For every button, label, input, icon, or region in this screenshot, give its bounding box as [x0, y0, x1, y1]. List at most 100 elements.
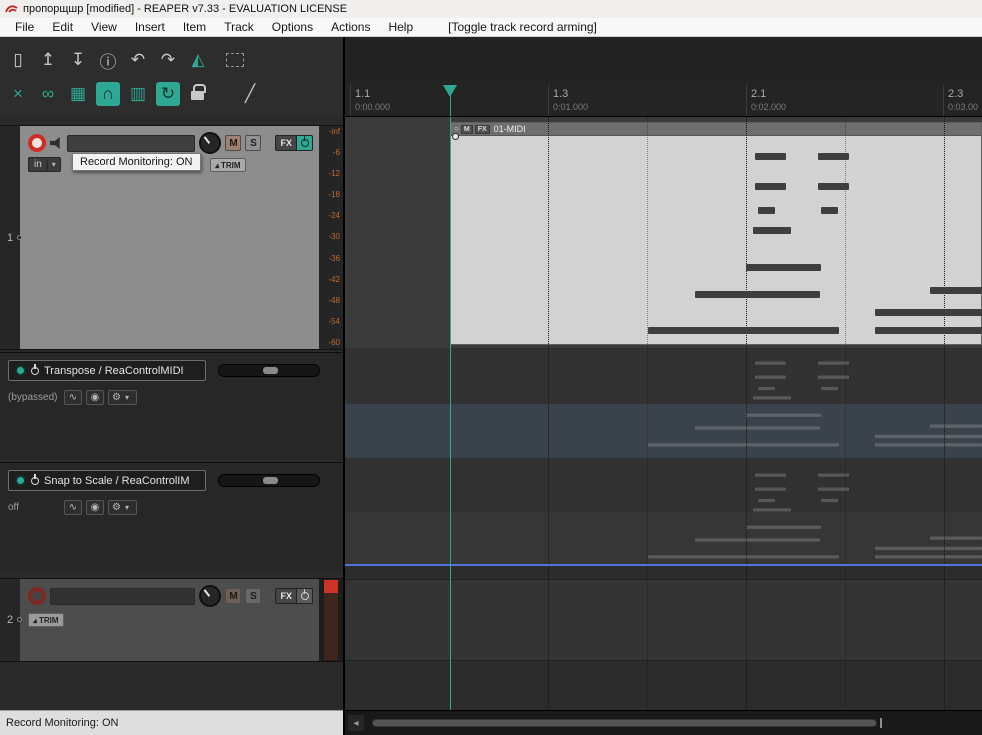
- playhead-marker[interactable]: [443, 85, 457, 97]
- loop-toggle-icon[interactable]: ↻: [156, 82, 180, 106]
- lock-icon[interactable]: [186, 82, 210, 106]
- track1-mute-button[interactable]: M: [225, 135, 241, 151]
- menu-item-insert[interactable]: Insert: [126, 20, 174, 34]
- snap-toggle-icon[interactable]: ∩: [96, 82, 120, 106]
- envelope-settings-button[interactable]: ⚙: [108, 500, 137, 515]
- main-toolbar: ▯↥↧ⓘ↶↷◭ ×∞▦∩▥↻ ╱: [0, 37, 343, 117]
- title-bar: пропорщшр [modified] - REAPER v7.33 - EV…: [0, 0, 982, 18]
- track1-body: M S FX in TRIM Record Monitoring: ON: [20, 126, 319, 349]
- menu-item-options[interactable]: Options: [263, 20, 322, 34]
- scroll-left-button[interactable]: [348, 715, 364, 731]
- input-button[interactable]: in: [28, 157, 61, 172]
- envelope-display-button[interactable]: ◉: [86, 500, 104, 515]
- track1-fx-button[interactable]: FX: [275, 135, 297, 151]
- midi-note[interactable]: [818, 183, 849, 190]
- track1-fx-power-button[interactable]: [297, 135, 313, 151]
- midi-note[interactable]: [755, 183, 786, 190]
- midi-note[interactable]: [875, 327, 982, 334]
- track2-number: 2: [7, 614, 13, 626]
- track2-volume-knob[interactable]: [199, 585, 221, 607]
- auto-crossfade-icon[interactable]: ×: [6, 82, 30, 106]
- track2-meter: [319, 579, 343, 661]
- track-panel-1[interactable]: 1 M S FX: [0, 125, 343, 350]
- db-label: -24: [319, 212, 340, 220]
- fx-slot-1-button[interactable]: Transpose / ReaControlMIDI: [8, 360, 206, 381]
- track1-io-dot[interactable]: [17, 235, 22, 240]
- timeline-ruler[interactable]: 1.10:00.0001.30:01.0002.10:02.0002.30:03…: [345, 85, 982, 117]
- undo-icon[interactable]: ↶: [126, 48, 150, 72]
- fx-slot-1-name: Transpose / ReaControlMIDI: [44, 365, 184, 377]
- midi-note[interactable]: [821, 207, 838, 214]
- window-title: пропорщшр [modified] - REAPER v7.33 - EV…: [23, 3, 347, 15]
- track-panel-2[interactable]: 2 M S FX: [0, 578, 343, 662]
- new-project-icon[interactable]: ▯: [6, 48, 30, 72]
- menu-item-edit[interactable]: Edit: [43, 20, 82, 34]
- midi-note[interactable]: [746, 264, 821, 271]
- chevron-down-icon: [121, 392, 133, 403]
- track2-solo-button[interactable]: S: [245, 588, 261, 604]
- slider-handle[interactable]: [263, 367, 278, 374]
- playhead-cursor[interactable]: [450, 117, 451, 710]
- grid-toggle-icon[interactable]: ▥: [126, 82, 150, 106]
- midi-note[interactable]: [818, 153, 849, 160]
- menu-item-help[interactable]: Help: [379, 20, 422, 34]
- db-label: -inf: [319, 128, 340, 136]
- meter-bar: [324, 580, 338, 660]
- menu-item-actions[interactable]: Actions: [322, 20, 379, 34]
- track2-mute-button[interactable]: M: [225, 588, 241, 604]
- open-project-icon[interactable]: ↥: [36, 48, 60, 72]
- project-settings-icon[interactable]: ⓘ: [96, 48, 120, 72]
- slider-handle[interactable]: [263, 477, 278, 484]
- midi-note[interactable]: [755, 153, 786, 160]
- ripple-edit-icon[interactable]: ▦: [66, 82, 90, 106]
- record-arm-button[interactable]: [28, 134, 46, 152]
- mouse-modifier-icon[interactable]: ╱: [238, 82, 262, 106]
- arrange-area[interactable]: ○ M FX 01-MIDI: [345, 117, 982, 710]
- menu-item-file[interactable]: File: [6, 20, 43, 34]
- envelope-shape-button[interactable]: ∿: [64, 500, 82, 515]
- save-project-icon[interactable]: ↧: [66, 48, 90, 72]
- ruler-marker: 1.30:01.000: [553, 88, 588, 112]
- track1-solo-button[interactable]: S: [245, 135, 261, 151]
- redo-icon[interactable]: ↷: [156, 48, 180, 72]
- menu-item-track[interactable]: Track: [215, 20, 263, 34]
- midi-note[interactable]: [695, 291, 820, 298]
- scrollbar-thumb[interactable]: [372, 719, 877, 727]
- envelope-active-dot[interactable]: [15, 475, 26, 486]
- track2-fx-power-button[interactable]: [297, 588, 313, 604]
- marquee-select-icon[interactable]: [226, 53, 244, 67]
- midi-note[interactable]: [758, 207, 775, 214]
- envelope-shape-button[interactable]: ∿: [64, 390, 82, 405]
- trim-envelope-button[interactable]: TRIM: [210, 158, 246, 172]
- menu-item-item[interactable]: Item: [174, 20, 215, 34]
- envelope-settings-button[interactable]: ⚙: [108, 390, 137, 405]
- track1-name-field[interactable]: [67, 135, 195, 152]
- track2-io-dot[interactable]: [17, 617, 22, 622]
- midi-note[interactable]: [875, 309, 982, 316]
- monitor-speaker-icon[interactable]: [50, 137, 63, 149]
- envelope-display-button[interactable]: ◉: [86, 390, 104, 405]
- track2-trim-envelope-button[interactable]: TRIM: [28, 613, 64, 627]
- db-label: -12: [319, 170, 340, 178]
- fx-slot-2-name: Snap to Scale / ReaControlIM: [44, 475, 190, 487]
- midi-note[interactable]: [930, 287, 982, 294]
- left-column: ▯↥↧ⓘ↶↷◭ ×∞▦∩▥↻╱ 1: [0, 37, 345, 735]
- midi-note[interactable]: [648, 327, 839, 334]
- track2-name-field[interactable]: [50, 588, 195, 605]
- fx-slot-1-slider[interactable]: [218, 364, 320, 377]
- metronome-icon[interactable]: ◭: [186, 48, 210, 72]
- envelope-active-dot[interactable]: [15, 365, 26, 376]
- track1-volume-knob[interactable]: [199, 132, 221, 154]
- horizontal-scrollbar[interactable]: [345, 710, 982, 735]
- menu-item-view[interactable]: View: [82, 20, 126, 34]
- track2-record-arm-button[interactable]: [28, 587, 46, 605]
- action-hint: [Toggle track record arming]: [448, 20, 597, 34]
- track2-fx-button[interactable]: FX: [275, 588, 297, 604]
- ruler-marker: 2.10:02.000: [751, 88, 786, 112]
- midi-note[interactable]: [753, 227, 791, 234]
- menu-items: FileEditViewInsertItemTrackOptionsAction…: [6, 20, 422, 34]
- fx-slot-2-button[interactable]: Snap to Scale / ReaControlIM: [8, 470, 206, 491]
- envelope-line[interactable]: [345, 564, 982, 566]
- fx-slot-2-slider[interactable]: [218, 474, 320, 487]
- item-grouping-icon[interactable]: ∞: [36, 82, 60, 106]
